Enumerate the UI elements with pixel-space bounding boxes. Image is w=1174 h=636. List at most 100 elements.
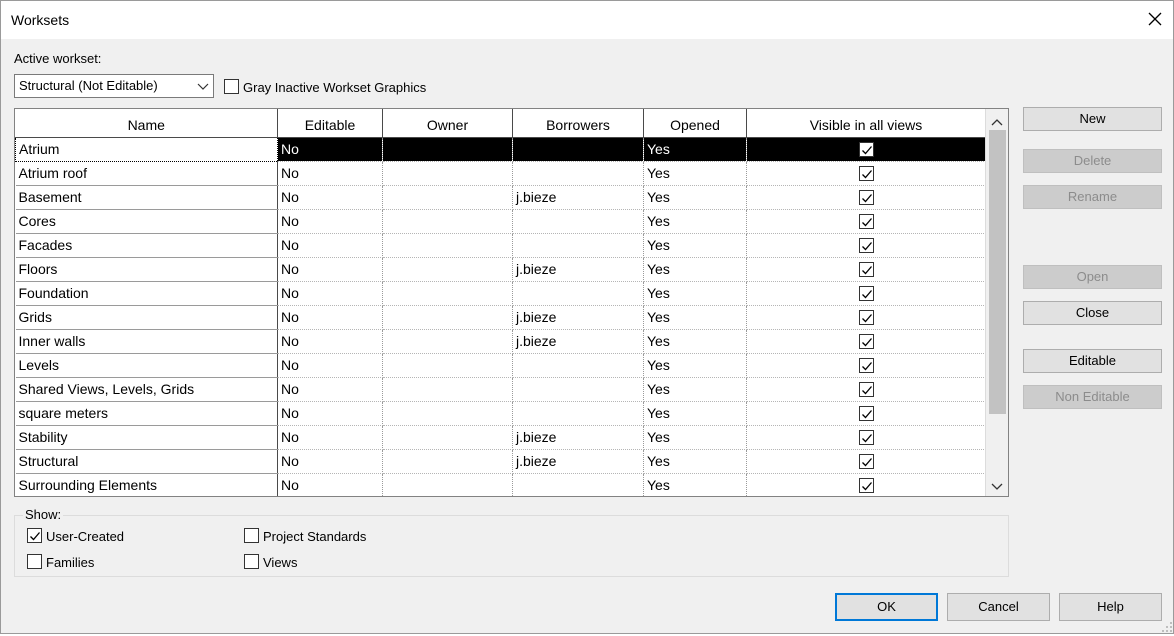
table-row[interactable]: Atrium roof No Yes: [15, 161, 986, 186]
cell-visible[interactable]: [746, 257, 986, 282]
visible-checkbox[interactable]: [858, 334, 874, 350]
cell-visible[interactable]: [746, 137, 986, 162]
resize-grip-icon[interactable]: [1161, 621, 1173, 633]
cell-opened[interactable]: Yes: [643, 425, 747, 450]
cell-name[interactable]: Floors: [15, 257, 278, 282]
cell-borrowers[interactable]: [512, 353, 644, 378]
cell-opened[interactable]: Yes: [643, 305, 747, 330]
cell-borrowers[interactable]: j.bieze: [512, 305, 644, 330]
cell-visible[interactable]: [746, 281, 986, 306]
ok-button[interactable]: OK: [835, 593, 938, 621]
cell-editable[interactable]: No: [277, 449, 383, 474]
cell-opened[interactable]: Yes: [643, 473, 747, 496]
vertical-scrollbar[interactable]: [985, 109, 1008, 496]
cell-owner[interactable]: [382, 233, 513, 258]
open-button[interactable]: Open: [1023, 265, 1162, 289]
cell-editable[interactable]: No: [277, 137, 383, 162]
table-row[interactable]: Basement No j.bieze Yes: [15, 185, 986, 210]
cell-name[interactable]: Foundation: [15, 281, 278, 306]
table-row[interactable]: Structural No j.bieze Yes: [15, 449, 986, 474]
cell-name[interactable]: square meters: [15, 401, 278, 426]
cell-name[interactable]: Grids: [15, 305, 278, 330]
cell-name[interactable]: Atrium: [15, 136, 278, 162]
cell-owner[interactable]: [382, 185, 513, 210]
close-icon[interactable]: [1143, 7, 1167, 31]
cell-opened[interactable]: Yes: [643, 209, 747, 234]
cell-opened[interactable]: Yes: [643, 137, 747, 162]
cell-opened[interactable]: Yes: [643, 401, 747, 426]
column-header[interactable]: Name: [15, 109, 278, 138]
visible-checkbox[interactable]: [858, 406, 874, 422]
cell-opened[interactable]: Yes: [643, 185, 747, 210]
visible-checkbox[interactable]: [858, 478, 874, 494]
cell-name[interactable]: Surrounding Elements: [15, 473, 278, 496]
visible-checkbox[interactable]: [858, 358, 874, 374]
non-editable-button[interactable]: Non Editable: [1023, 385, 1162, 409]
cell-editable[interactable]: No: [277, 233, 383, 258]
cell-owner[interactable]: [382, 473, 513, 496]
table-row[interactable]: Surrounding Elements No Yes: [15, 473, 986, 496]
cell-visible[interactable]: [746, 425, 986, 450]
cell-borrowers[interactable]: [512, 401, 644, 426]
cell-opened[interactable]: Yes: [643, 377, 747, 402]
close-button[interactable]: Close: [1023, 301, 1162, 325]
user-created-checkbox[interactable]: [27, 528, 42, 543]
cell-owner[interactable]: [382, 137, 513, 162]
cell-editable[interactable]: No: [277, 353, 383, 378]
project-standards-checkbox[interactable]: [244, 528, 259, 543]
visible-checkbox[interactable]: [858, 310, 874, 326]
column-header[interactable]: Opened: [643, 109, 747, 138]
cell-name[interactable]: Basement: [15, 185, 278, 210]
families-checkbox[interactable]: [27, 554, 42, 569]
visible-checkbox[interactable]: [858, 166, 874, 182]
cell-owner[interactable]: [382, 425, 513, 450]
visible-checkbox[interactable]: [858, 382, 874, 398]
cell-editable[interactable]: No: [277, 281, 383, 306]
cell-opened[interactable]: Yes: [643, 329, 747, 354]
table-row[interactable]: square meters No Yes: [15, 401, 986, 426]
cell-visible[interactable]: [746, 185, 986, 210]
cell-owner[interactable]: [382, 257, 513, 282]
cell-visible[interactable]: [746, 473, 986, 496]
cell-name[interactable]: Cores: [15, 209, 278, 234]
table-row[interactable]: Floors No j.bieze Yes: [15, 257, 986, 282]
cell-name[interactable]: Levels: [15, 353, 278, 378]
cell-editable[interactable]: No: [277, 305, 383, 330]
table-row[interactable]: Shared Views, Levels, Grids No Yes: [15, 377, 986, 402]
cell-borrowers[interactable]: [512, 161, 644, 186]
cell-name[interactable]: Atrium roof: [15, 161, 278, 186]
cell-borrowers[interactable]: j.bieze: [512, 425, 644, 450]
visible-checkbox[interactable]: [858, 142, 874, 158]
visible-checkbox[interactable]: [858, 214, 874, 230]
cell-owner[interactable]: [382, 305, 513, 330]
column-header[interactable]: Editable: [277, 109, 383, 138]
table-row[interactable]: Stability No j.bieze Yes: [15, 425, 986, 450]
scroll-up-icon[interactable]: [991, 115, 1003, 126]
cell-owner[interactable]: [382, 377, 513, 402]
cell-owner[interactable]: [382, 401, 513, 426]
scrollbar-thumb[interactable]: [989, 130, 1006, 414]
cell-editable[interactable]: No: [277, 425, 383, 450]
cell-borrowers[interactable]: [512, 137, 644, 162]
views-checkbox[interactable]: [244, 554, 259, 569]
table-row[interactable]: Foundation No Yes: [15, 281, 986, 306]
cell-visible[interactable]: [746, 209, 986, 234]
cell-editable[interactable]: No: [277, 377, 383, 402]
cell-borrowers[interactable]: [512, 473, 644, 496]
table-row[interactable]: Facades No Yes: [15, 233, 986, 258]
cell-editable[interactable]: No: [277, 401, 383, 426]
column-header[interactable]: Visible in all views: [746, 109, 986, 138]
visible-checkbox[interactable]: [858, 430, 874, 446]
editable-button[interactable]: Editable: [1023, 349, 1162, 373]
cell-editable[interactable]: No: [277, 257, 383, 282]
cell-opened[interactable]: Yes: [643, 233, 747, 258]
cell-editable[interactable]: No: [277, 161, 383, 186]
cell-visible[interactable]: [746, 449, 986, 474]
cell-name[interactable]: Stability: [15, 425, 278, 450]
cell-borrowers[interactable]: j.bieze: [512, 185, 644, 210]
visible-checkbox[interactable]: [858, 238, 874, 254]
visible-checkbox[interactable]: [858, 286, 874, 302]
cell-visible[interactable]: [746, 401, 986, 426]
cell-owner[interactable]: [382, 329, 513, 354]
table-row[interactable]: Cores No Yes: [15, 209, 986, 234]
